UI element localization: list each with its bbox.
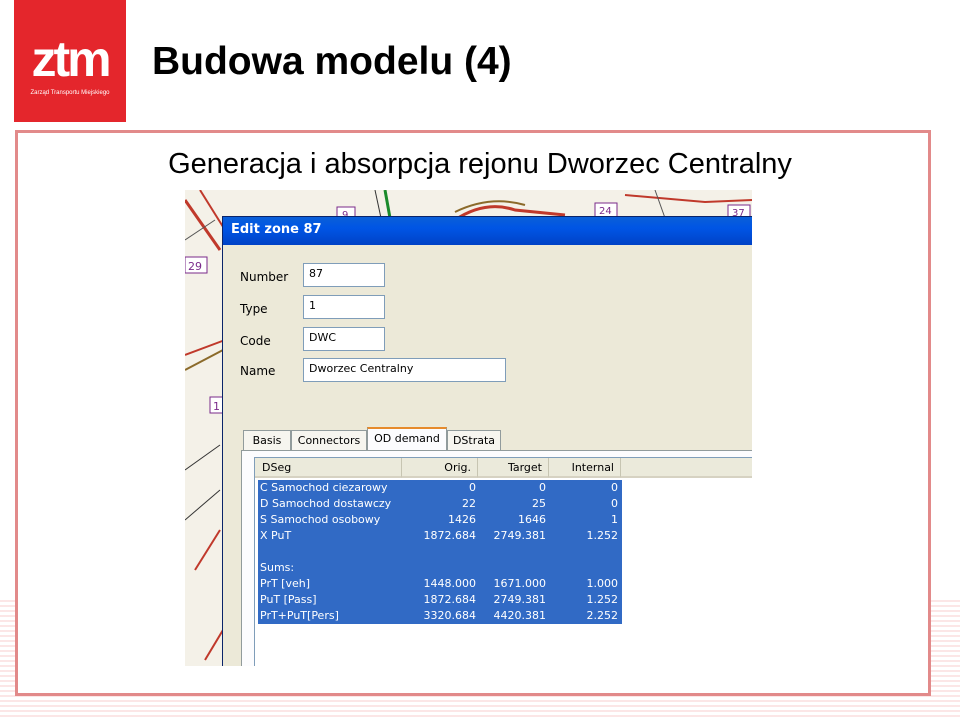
logo-wordmark: ztm [31, 31, 111, 87]
column-header-orig[interactable]: Orig. [402, 458, 478, 478]
cell-internal: 2.252 [586, 609, 619, 622]
cell-internal: 0 [611, 497, 618, 510]
table-row[interactable]: Sums: [258, 560, 622, 576]
cell-internal: 1.252 [586, 593, 619, 606]
tab-od-demand[interactable]: OD demand [367, 427, 447, 451]
type-field[interactable]: 1 [303, 295, 385, 319]
table-row[interactable]: D Samochod dostawczy 22 25 0 [258, 496, 622, 512]
column-header-dseg[interactable]: DSeg [255, 458, 402, 478]
tab-basis[interactable]: Basis [243, 430, 291, 450]
table-row[interactable] [258, 544, 622, 560]
cell-internal: 1.000 [586, 577, 619, 590]
table-row[interactable]: PuT [Pass] 1872.684 2749.381 1.252 [258, 592, 622, 608]
zone-label-29: 29 [188, 260, 202, 273]
code-field[interactable]: DWC [303, 327, 385, 351]
slide-subtitle: Generacja i absorpcja rejonu Dworzec Cen… [168, 148, 792, 180]
dialog-title: Edit zone 87 [231, 222, 322, 237]
column-header-target[interactable]: Target [478, 458, 549, 478]
number-field[interactable]: 87 [303, 263, 385, 287]
application-screenshot: 9 24 37 29 1 Edit zone 87 Number 87 Type… [185, 190, 752, 666]
name-field[interactable]: Dworzec Centralny [303, 358, 506, 382]
name-label: Name [240, 364, 276, 378]
zone-label-1: 1 [213, 400, 220, 413]
edit-zone-dialog: Edit zone 87 Number 87 Type 1 Code DWC N… [222, 216, 752, 666]
column-header-internal[interactable]: Internal [549, 458, 621, 478]
tab-dstrata[interactable]: DStrata [447, 430, 501, 450]
table-row[interactable]: PrT [veh] 1448.000 1671.000 1.000 [258, 576, 622, 592]
ztm-logo: ztm Zarząd Transportu Miejskiego [14, 0, 126, 122]
table-row[interactable]: C Samochod ciezarowy 0 0 0 [258, 480, 622, 496]
od-demand-table[interactable]: DSeg Orig. Target Internal C Samochod ci… [254, 457, 752, 666]
od-demand-panel: DSeg Orig. Target Internal C Samochod ci… [241, 450, 752, 666]
dialog-titlebar[interactable]: Edit zone 87 [223, 217, 752, 245]
cell-internal: 0 [611, 481, 618, 494]
tab-connectors[interactable]: Connectors [291, 430, 367, 450]
cell-internal: 1.252 [586, 529, 619, 542]
table-row[interactable]: PrT+PuT[Pers] 3320.684 4420.381 2.252 [258, 608, 622, 624]
logo-tagline: Zarząd Transportu Miejskiego [30, 90, 110, 96]
table-row[interactable]: S Samochod osobowy 1426 1646 1 [258, 512, 622, 528]
code-label: Code [240, 334, 271, 348]
slide-title: Budowa modelu (4) [152, 40, 512, 83]
column-header-filler [621, 458, 752, 478]
type-label: Type [240, 302, 268, 316]
cell-internal: 1 [611, 513, 618, 526]
cell-dseg: Sums: [260, 561, 295, 574]
table-row[interactable]: X PuT 1872.684 2749.381 1.252 [258, 528, 622, 544]
number-label: Number [240, 270, 289, 284]
